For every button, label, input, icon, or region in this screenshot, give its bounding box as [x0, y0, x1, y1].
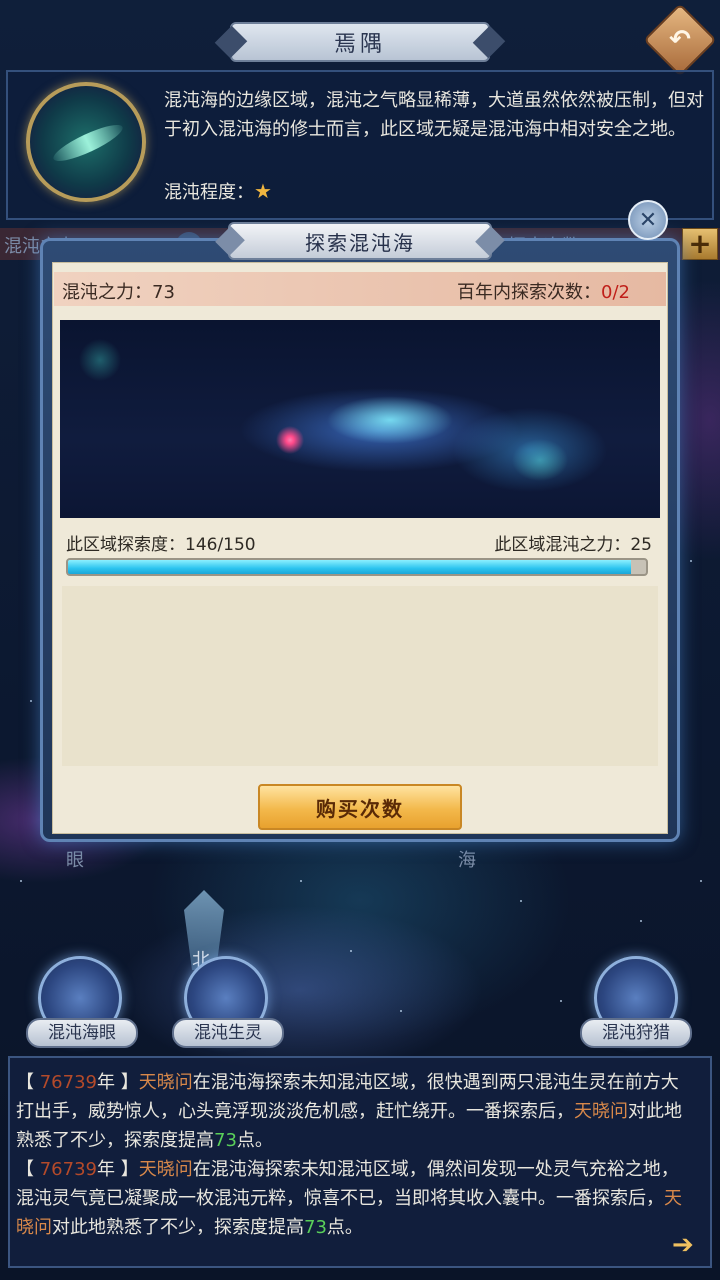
log-text: 对此地熟悉了不少，探索度提高 — [52, 1217, 304, 1238]
log-points: 73 — [214, 1130, 237, 1151]
chaos-creature-node-label[interactable]: 混沌生灵 — [172, 1018, 284, 1048]
log-year: 76739 — [39, 1072, 97, 1093]
log-year: 76739 — [39, 1159, 97, 1180]
log-entry: 【 76739年 】天晓问在混沌海探索未知混沌区域，很快遇到两只混沌生灵在前方大… — [16, 1072, 682, 1151]
log-name: 天晓问 — [138, 1159, 193, 1180]
page-title: 焉隅 — [230, 22, 490, 62]
log-name: 天晓问 — [138, 1072, 193, 1093]
star-dot — [700, 880, 702, 882]
modal-power: 混沌之力：73 — [62, 282, 175, 303]
back-arrow-icon: ↶ — [669, 25, 691, 55]
region-power: 此区域混沌之力：25 — [494, 535, 652, 555]
star-dot — [640, 920, 642, 922]
region-level-label: 混沌程度： — [164, 182, 254, 203]
star-dot — [20, 880, 22, 882]
log-suffix: 点。 — [326, 1217, 363, 1238]
star-icon: ★ — [254, 179, 272, 203]
star-dot — [690, 560, 692, 562]
modal-count-label: 百年内探索次数： — [457, 282, 602, 303]
log-suffix: 点。 — [236, 1130, 273, 1151]
modal-count-value: 0/2 — [601, 282, 630, 303]
region-orb-icon — [26, 82, 146, 202]
add-count-button[interactable]: + — [682, 228, 718, 260]
log-name: 天晓问 — [574, 1101, 628, 1122]
explore-progress-fill — [68, 560, 631, 574]
log-entry: 【 76739年 】天晓问在混沌海探索未知混沌区域，偶然间发现一处灵气充裕之地，… — [16, 1159, 682, 1238]
close-button[interactable]: ✕ — [628, 200, 668, 240]
star-dot — [400, 1010, 402, 1012]
star-dot — [350, 950, 352, 952]
star-dot — [520, 900, 522, 902]
log-text: 在混沌海探索未知混沌区域，偶然间发现一处灵气充裕之地，混沌灵气竟已凝聚成一枚混沌… — [16, 1159, 679, 1209]
reward-area — [62, 586, 658, 766]
explore-degree: 此区域探索度：146/150 — [66, 535, 256, 555]
nebula-image — [60, 320, 660, 518]
region-level: 混沌程度：★ — [164, 178, 272, 204]
arrow-right-icon[interactable]: ➔ — [672, 1230, 694, 1260]
close-icon: ✕ — [638, 207, 658, 233]
chaos-hunt-node-label[interactable]: 混沌狩猎 — [580, 1018, 692, 1048]
modal-count: 百年内探索次数：0/2 — [457, 278, 630, 304]
map-char-eye: 眼 — [66, 850, 84, 871]
star-dot — [30, 700, 32, 702]
chaos-eye-node-label[interactable]: 混沌海眼 — [26, 1018, 138, 1048]
star-dot — [560, 1000, 562, 1002]
region-description: 混沌海的边缘区域，混沌之气略显稀薄，大道虽然依然被压制，但对于初入混沌海的修士而… — [164, 90, 704, 140]
modal-title: 探索混沌海 — [228, 222, 492, 260]
modal-stat-bar: 混沌之力：73 百年内探索次数：0/2 — [54, 272, 666, 306]
map-char-sea: 海 — [458, 850, 476, 871]
star-dot — [300, 880, 302, 882]
log-points: 73 — [304, 1217, 327, 1238]
event-log: 【 76739年 】天晓问在混沌海探索未知混沌区域，很快遇到两只混沌生灵在前方大… — [16, 1068, 696, 1242]
explore-progress-bar — [66, 558, 648, 576]
buy-count-button[interactable]: 购买次数 — [258, 784, 462, 830]
